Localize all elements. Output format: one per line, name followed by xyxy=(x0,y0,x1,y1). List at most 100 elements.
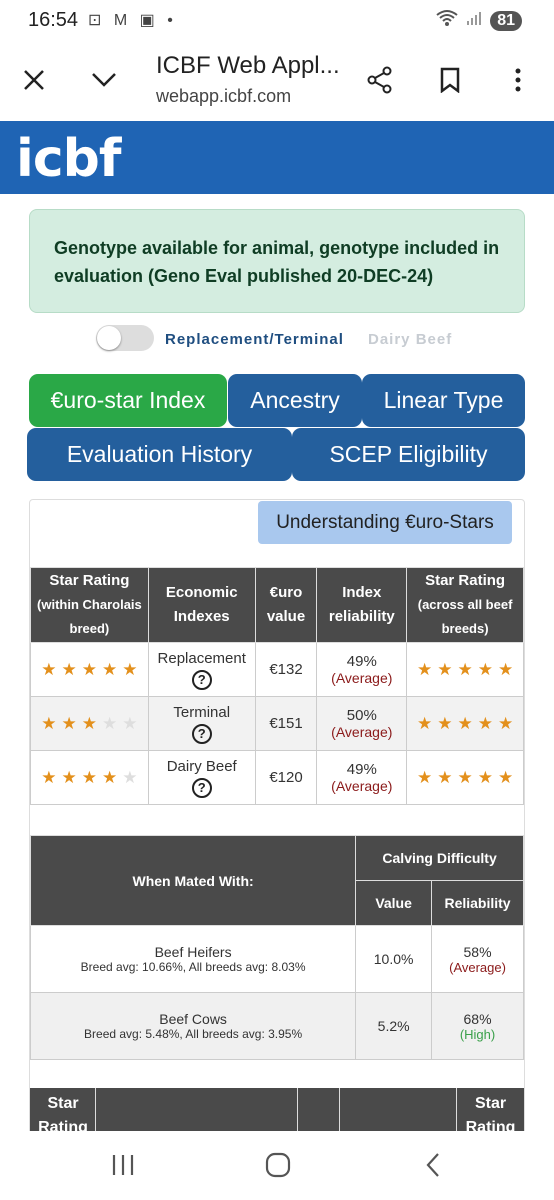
star-filled-icon: ★ xyxy=(102,767,118,787)
mated-with-label: Beef Cows xyxy=(159,1011,227,1027)
calving-value: 5.2% xyxy=(355,992,433,1060)
recent-apps-icon[interactable] xyxy=(103,1145,143,1185)
table-row: Beef Cows Breed avg: 5.48%, All breeds av… xyxy=(29,992,524,1060)
stars-within: ★ ★ ★ ★ ★ xyxy=(30,642,149,697)
euro-value: €120 xyxy=(254,750,318,805)
header-cell xyxy=(340,1088,457,1132)
euro-value: €151 xyxy=(254,696,318,751)
icbf-logo[interactable]: icbf xyxy=(16,129,121,189)
breed-averages: Breed avg: 10.66%, All breeds avg: 8.03% xyxy=(80,960,306,974)
header-text: Star Rating xyxy=(425,572,506,589)
star-filled-icon: ★ xyxy=(41,713,57,733)
header-value: Value xyxy=(355,880,433,926)
header-economic-indexes: Economic Indexes xyxy=(147,567,256,643)
star-filled-icon: ★ xyxy=(416,767,433,787)
star-filled-icon: ★ xyxy=(477,659,493,679)
calving-value: 10.0% xyxy=(355,925,433,993)
star-filled-icon: ★ xyxy=(81,659,98,679)
toggle-label-dairy-beef[interactable]: Dairy Beef xyxy=(368,331,452,348)
stars-across: ★ ★ ★ ★ ★ xyxy=(406,750,524,805)
star-filled-icon: ★ xyxy=(437,767,453,787)
reliability-level: (Average) xyxy=(331,670,393,686)
reliability-cell: 50% (Average) xyxy=(316,696,408,751)
tab-evaluation-history[interactable]: Evaluation History xyxy=(27,428,292,481)
star-filled-icon: ★ xyxy=(416,659,433,679)
table-row: ★ ★ ★ ★ ★ Dairy Beef? €120 49% (Average) ★ ★ ★ ★… xyxy=(30,750,524,805)
close-icon[interactable] xyxy=(14,60,54,100)
back-icon[interactable] xyxy=(413,1145,453,1185)
star-rating: ★ ★ ★ ★ ★ xyxy=(407,768,523,788)
reliability-value: 50% xyxy=(346,707,377,724)
partial-table-header: Star Rating Star Rating xyxy=(30,1088,524,1132)
star-filled-icon: ★ xyxy=(457,659,473,679)
star-empty-icon: ★ xyxy=(122,713,138,733)
star-filled-icon: ★ xyxy=(122,659,138,679)
reliability-cell: 68% (High) xyxy=(431,992,524,1060)
reliability-cell: 49% (Average) xyxy=(316,642,408,697)
help-icon[interactable]: ? xyxy=(191,669,212,690)
header-index-reliability: Index reliability xyxy=(316,567,408,643)
index-name: Dairy Beef xyxy=(166,757,237,775)
notification-icons: ⊡ M ▣ • xyxy=(88,12,177,29)
share-icon[interactable] xyxy=(360,60,400,100)
toggle-label-replacement-terminal[interactable]: Replacement/Terminal xyxy=(165,331,344,348)
home-icon[interactable] xyxy=(258,1145,298,1185)
tab-linear-type[interactable]: Linear Type xyxy=(362,374,525,427)
help-icon[interactable]: ? xyxy=(191,777,212,798)
star-rating: ★ ★ ★ ★ ★ xyxy=(31,768,148,788)
index-cell: Terminal? xyxy=(147,696,256,751)
header-star-rating-left: Star Rating xyxy=(38,1095,88,1132)
index-cell: Dairy Beef? xyxy=(147,750,256,805)
table-row: ★ ★ ★ ★ ★ Terminal? €151 50% (Average) ★ ★ ★ ★ ★ xyxy=(30,696,524,751)
star-empty-icon: ★ xyxy=(122,767,138,787)
header-reliability: Reliability xyxy=(431,880,524,926)
reliability-level: (Average) xyxy=(449,959,506,975)
index-name: Replacement xyxy=(157,649,246,667)
star-filled-icon: ★ xyxy=(41,659,57,679)
tab-ancestry[interactable]: Ancestry xyxy=(228,374,362,427)
header-star-rating-across: Star Rating (across all beef breeds) xyxy=(406,567,524,643)
bookmark-icon[interactable] xyxy=(430,60,470,100)
calving-difficulty-table: When Mated With: Calving Difficulty Valu… xyxy=(29,835,524,1060)
reliability-level: (Average) xyxy=(331,778,393,794)
reliability-level: (Average) xyxy=(331,724,393,740)
header-cell xyxy=(96,1088,298,1132)
header-star-rating-within: Star Rating (within Charolais breed) xyxy=(30,567,149,643)
genotype-alert: Genotype available for animal, genotype … xyxy=(29,209,525,313)
signal-icon xyxy=(466,10,482,31)
status-time: 16:54 xyxy=(28,9,79,31)
wifi-icon xyxy=(436,9,458,32)
tab-scep-eligibility[interactable]: SCEP Eligibility xyxy=(292,428,525,481)
star-filled-icon: ★ xyxy=(61,713,77,733)
star-filled-icon: ★ xyxy=(457,767,473,787)
header-text: Star Rating xyxy=(49,572,130,589)
status-bar: 16:54 ⊡ M ▣ • 81 xyxy=(0,0,554,40)
star-rating: ★ ★ ★ ★ ★ xyxy=(31,714,148,734)
index-toggle[interactable] xyxy=(96,325,154,351)
header-star-rating-right: Star Rating xyxy=(465,1095,516,1132)
stars-within: ★ ★ ★ ★ ★ xyxy=(30,696,149,751)
star-filled-icon: ★ xyxy=(416,713,433,733)
reliability-cell: 49% (Average) xyxy=(316,750,408,805)
star-filled-icon: ★ xyxy=(477,713,493,733)
star-filled-icon: ★ xyxy=(61,659,77,679)
more-options-icon[interactable] xyxy=(498,60,538,100)
chevron-down-icon[interactable] xyxy=(84,60,124,100)
star-rating: ★ ★ ★ ★ ★ xyxy=(407,660,523,680)
stars-within: ★ ★ ★ ★ ★ xyxy=(30,750,149,805)
mated-with-cell: Beef Heifers Breed avg: 10.66%, All breed… xyxy=(29,925,357,993)
tab-euro-star-index[interactable]: €uro-star Index xyxy=(29,374,227,427)
header-cell xyxy=(298,1088,340,1132)
star-rating: ★ ★ ★ ★ ★ xyxy=(31,660,148,680)
star-filled-icon: ★ xyxy=(497,713,514,733)
help-icon[interactable]: ? xyxy=(191,723,212,744)
index-cell: Replacement? xyxy=(147,642,256,697)
understanding-euro-stars-button[interactable]: Understanding €uro-Stars xyxy=(258,501,512,544)
index-table: Star Rating (within Charolais breed) Econ… xyxy=(30,567,524,805)
star-rating: ★ ★ ★ ★ ★ xyxy=(407,714,523,734)
reliability-value: 58% xyxy=(463,943,492,960)
star-filled-icon: ★ xyxy=(457,713,473,733)
star-filled-icon: ★ xyxy=(437,659,453,679)
header-subtext: (across all beef breeds) xyxy=(417,597,513,636)
star-filled-icon: ★ xyxy=(437,713,453,733)
